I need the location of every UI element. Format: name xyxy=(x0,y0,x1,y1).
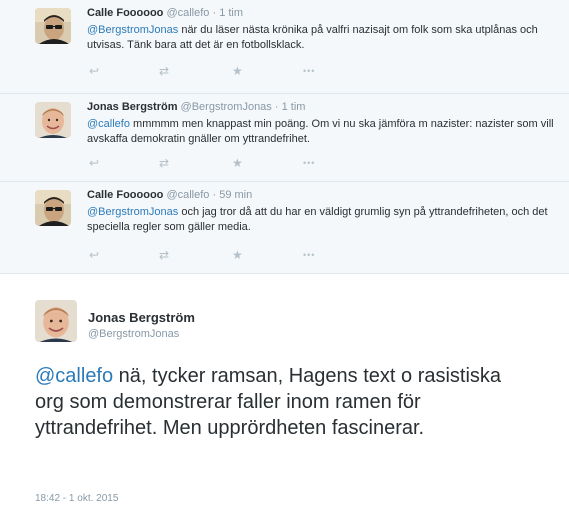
author-name[interactable]: Jonas Bergström xyxy=(87,101,177,113)
tweet-time[interactable]: · 1 tim xyxy=(275,101,306,113)
author-handle[interactable]: @BergstromJonas xyxy=(181,101,272,113)
more-icon[interactable]: ••• xyxy=(303,64,315,78)
mention-link[interactable]: @callefo xyxy=(35,365,113,387)
tweet-header: Jonas Bergström @BergstromJonas · 1 tim xyxy=(87,101,305,113)
tweet-actions: ↩ ⇄ ★ ••• xyxy=(89,64,329,78)
tweet-reply[interactable]: Calle Foooooo @callefo · 1 tim @Bergstro… xyxy=(0,0,569,94)
tweet-text: @callefo nä, tycker ramsan, Hagens text … xyxy=(35,363,515,441)
favorite-icon[interactable]: ★ xyxy=(232,156,243,170)
tweet-reply[interactable]: Jonas Bergström @BergstromJonas · 1 tim … xyxy=(0,94,569,182)
tweet-time[interactable]: · 59 min xyxy=(212,189,252,201)
avatar[interactable] xyxy=(35,300,77,342)
tweet-actions: ↩ ⇄ ★ ••• xyxy=(89,248,329,262)
author-name[interactable]: Jonas Bergström xyxy=(88,310,195,325)
author-handle[interactable]: @callefo xyxy=(166,189,209,201)
retweet-icon[interactable]: ⇄ xyxy=(159,156,169,170)
tweet-body: mmmmm men knappast min poäng. Om vi nu s… xyxy=(87,118,554,145)
more-icon[interactable]: ••• xyxy=(303,156,315,170)
avatar[interactable] xyxy=(35,102,71,138)
tweet-text: @callefo mmmmm men knappast min poäng. O… xyxy=(87,117,557,147)
more-icon[interactable]: ••• xyxy=(303,248,315,262)
reply-icon[interactable]: ↩ xyxy=(89,248,99,262)
mention-link[interactable]: @BergstromJonas xyxy=(87,24,178,36)
author-handle[interactable]: @BergstromJonas xyxy=(88,328,179,340)
tweet-header: Calle Foooooo @callefo · 59 min xyxy=(87,189,252,201)
avatar[interactable] xyxy=(35,8,71,44)
tweet-text: @BergstromJonas när du läser nästa kröni… xyxy=(87,23,557,53)
tweet-actions: ↩ ⇄ ★ ••• xyxy=(89,156,329,170)
author-name[interactable]: Calle Foooooo xyxy=(87,189,163,201)
reply-icon[interactable]: ↩ xyxy=(89,64,99,78)
author-handle[interactable]: @callefo xyxy=(166,7,209,19)
favorite-icon[interactable]: ★ xyxy=(232,248,243,262)
retweet-icon[interactable]: ⇄ xyxy=(159,64,169,78)
favorite-icon[interactable]: ★ xyxy=(232,64,243,78)
main-tweet: Jonas Bergström @BergstromJonas @callefo… xyxy=(0,288,569,517)
mention-link[interactable]: @callefo xyxy=(87,118,130,130)
reply-icon[interactable]: ↩ xyxy=(89,156,99,170)
avatar[interactable] xyxy=(35,190,71,226)
tweet-time[interactable]: · 1 tim xyxy=(212,7,243,19)
retweet-icon[interactable]: ⇄ xyxy=(159,248,169,262)
mention-link[interactable]: @BergstromJonas xyxy=(87,206,178,218)
tweet-reply[interactable]: Calle Foooooo @callefo · 59 min @Bergstr… xyxy=(0,182,569,274)
tweet-text: @BergstromJonas och jag tror då att du h… xyxy=(87,205,557,235)
author-name[interactable]: Calle Foooooo xyxy=(87,7,163,19)
tweet-header: Calle Foooooo @callefo · 1 tim xyxy=(87,7,243,19)
tweet-timestamp[interactable]: 18:42 - 1 okt. 2015 xyxy=(35,493,118,504)
